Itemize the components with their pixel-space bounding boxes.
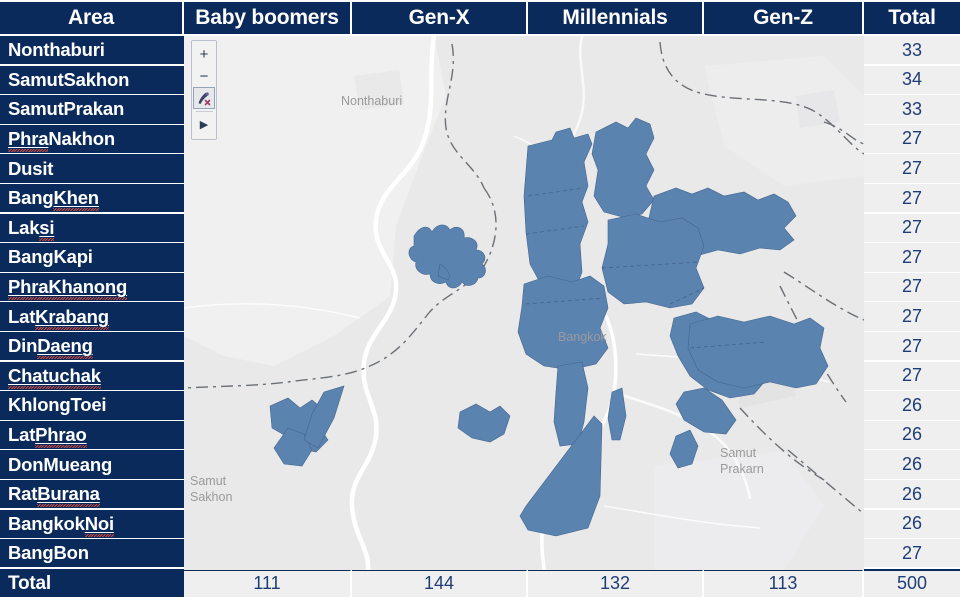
- row-header-area[interactable]: Lat Phrao: [0, 420, 184, 450]
- row-header-area[interactable]: Rat Burana: [0, 479, 184, 509]
- row-header-area[interactable]: Bang Bon: [0, 539, 184, 568]
- column-header-gen-x[interactable]: Gen-X: [352, 2, 528, 34]
- column-header-baby-boomers[interactable]: Baby boomers: [184, 2, 352, 34]
- row-header-area[interactable]: Total: [0, 568, 184, 598]
- row-header-area[interactable]: Chatuchak: [0, 361, 184, 390]
- row-header-area[interactable]: Samut Prakan: [0, 95, 184, 124]
- cell-total[interactable]: 26: [864, 420, 960, 450]
- row-header-area[interactable]: Don Mueang: [0, 450, 184, 479]
- map-canvas[interactable]: [184, 36, 864, 570]
- controls-divider: [195, 111, 213, 112]
- cell-total[interactable]: 27: [864, 361, 960, 390]
- row-header-area[interactable]: Khlong Toei: [0, 391, 184, 420]
- cell-total[interactable]: 27: [864, 331, 960, 361]
- row-header-area[interactable]: Dusit: [0, 154, 184, 183]
- cell-total[interactable]: 26: [864, 391, 960, 420]
- cell-total[interactable]: 27: [864, 124, 960, 154]
- cell-gen-z[interactable]: 113: [704, 568, 864, 598]
- cell-total[interactable]: 27: [864, 213, 960, 242]
- cell-total[interactable]: 27: [864, 539, 960, 568]
- cell-total[interactable]: 27: [864, 243, 960, 272]
- row-header-area[interactable]: Bangkok Noi: [0, 509, 184, 538]
- cell-total[interactable]: 27: [864, 272, 960, 302]
- cell-total[interactable]: 27: [864, 154, 960, 183]
- row-header-area[interactable]: Samut Sakhon: [0, 65, 184, 94]
- report-canvas: Area Baby boomers Gen-X Millennials Gen-…: [0, 0, 960, 608]
- row-header-area[interactable]: Lak si: [0, 213, 184, 242]
- cell-total[interactable]: 34: [864, 65, 960, 94]
- row-header-area[interactable]: Din Daeng: [0, 331, 184, 361]
- column-header-total[interactable]: Total: [864, 2, 960, 34]
- clear-selection-icon[interactable]: [193, 87, 215, 109]
- cell-millennials[interactable]: 132: [528, 568, 704, 598]
- row-header-area[interactable]: Lat Krabang: [0, 302, 184, 331]
- row-header-area[interactable]: Phra Nakhon: [0, 124, 184, 154]
- cell-gen-x[interactable]: 144: [352, 568, 528, 598]
- row-header-area[interactable]: Bang Khen: [0, 183, 184, 213]
- row-header-area[interactable]: Phra Khanong: [0, 272, 184, 302]
- cell-total[interactable]: 26: [864, 479, 960, 509]
- table-header-row: Area Baby boomers Gen-X Millennials Gen-…: [0, 2, 960, 34]
- cell-total[interactable]: 33: [864, 95, 960, 124]
- expand-arrow-icon[interactable]: ▶: [193, 114, 215, 136]
- map-controls: + − ▶: [191, 40, 217, 140]
- cell-total[interactable]: 26: [864, 509, 960, 538]
- cell-total[interactable]: 33: [864, 36, 960, 65]
- cell-total[interactable]: 27: [864, 302, 960, 331]
- column-header-millennials[interactable]: Millennials: [528, 2, 704, 34]
- zoom-in-icon[interactable]: +: [193, 43, 215, 65]
- cell-total[interactable]: 26: [864, 450, 960, 479]
- column-header-gen-z[interactable]: Gen-Z: [704, 2, 864, 34]
- table-total-row[interactable]: Total 111 144 132 113 500: [0, 568, 960, 599]
- column-header-area[interactable]: Area: [0, 2, 184, 34]
- zoom-out-icon[interactable]: −: [193, 65, 215, 87]
- map-visual[interactable]: Nonthaburi Bangkok Samut Prakarn Samut S…: [184, 36, 864, 570]
- row-header-area[interactable]: Nonthaburi: [0, 36, 184, 65]
- cell-total[interactable]: 500: [864, 568, 960, 598]
- cell-baby-boomers[interactable]: 111: [184, 568, 352, 598]
- cell-total[interactable]: 27: [864, 183, 960, 213]
- row-header-area[interactable]: Bang Kapi: [0, 243, 184, 272]
